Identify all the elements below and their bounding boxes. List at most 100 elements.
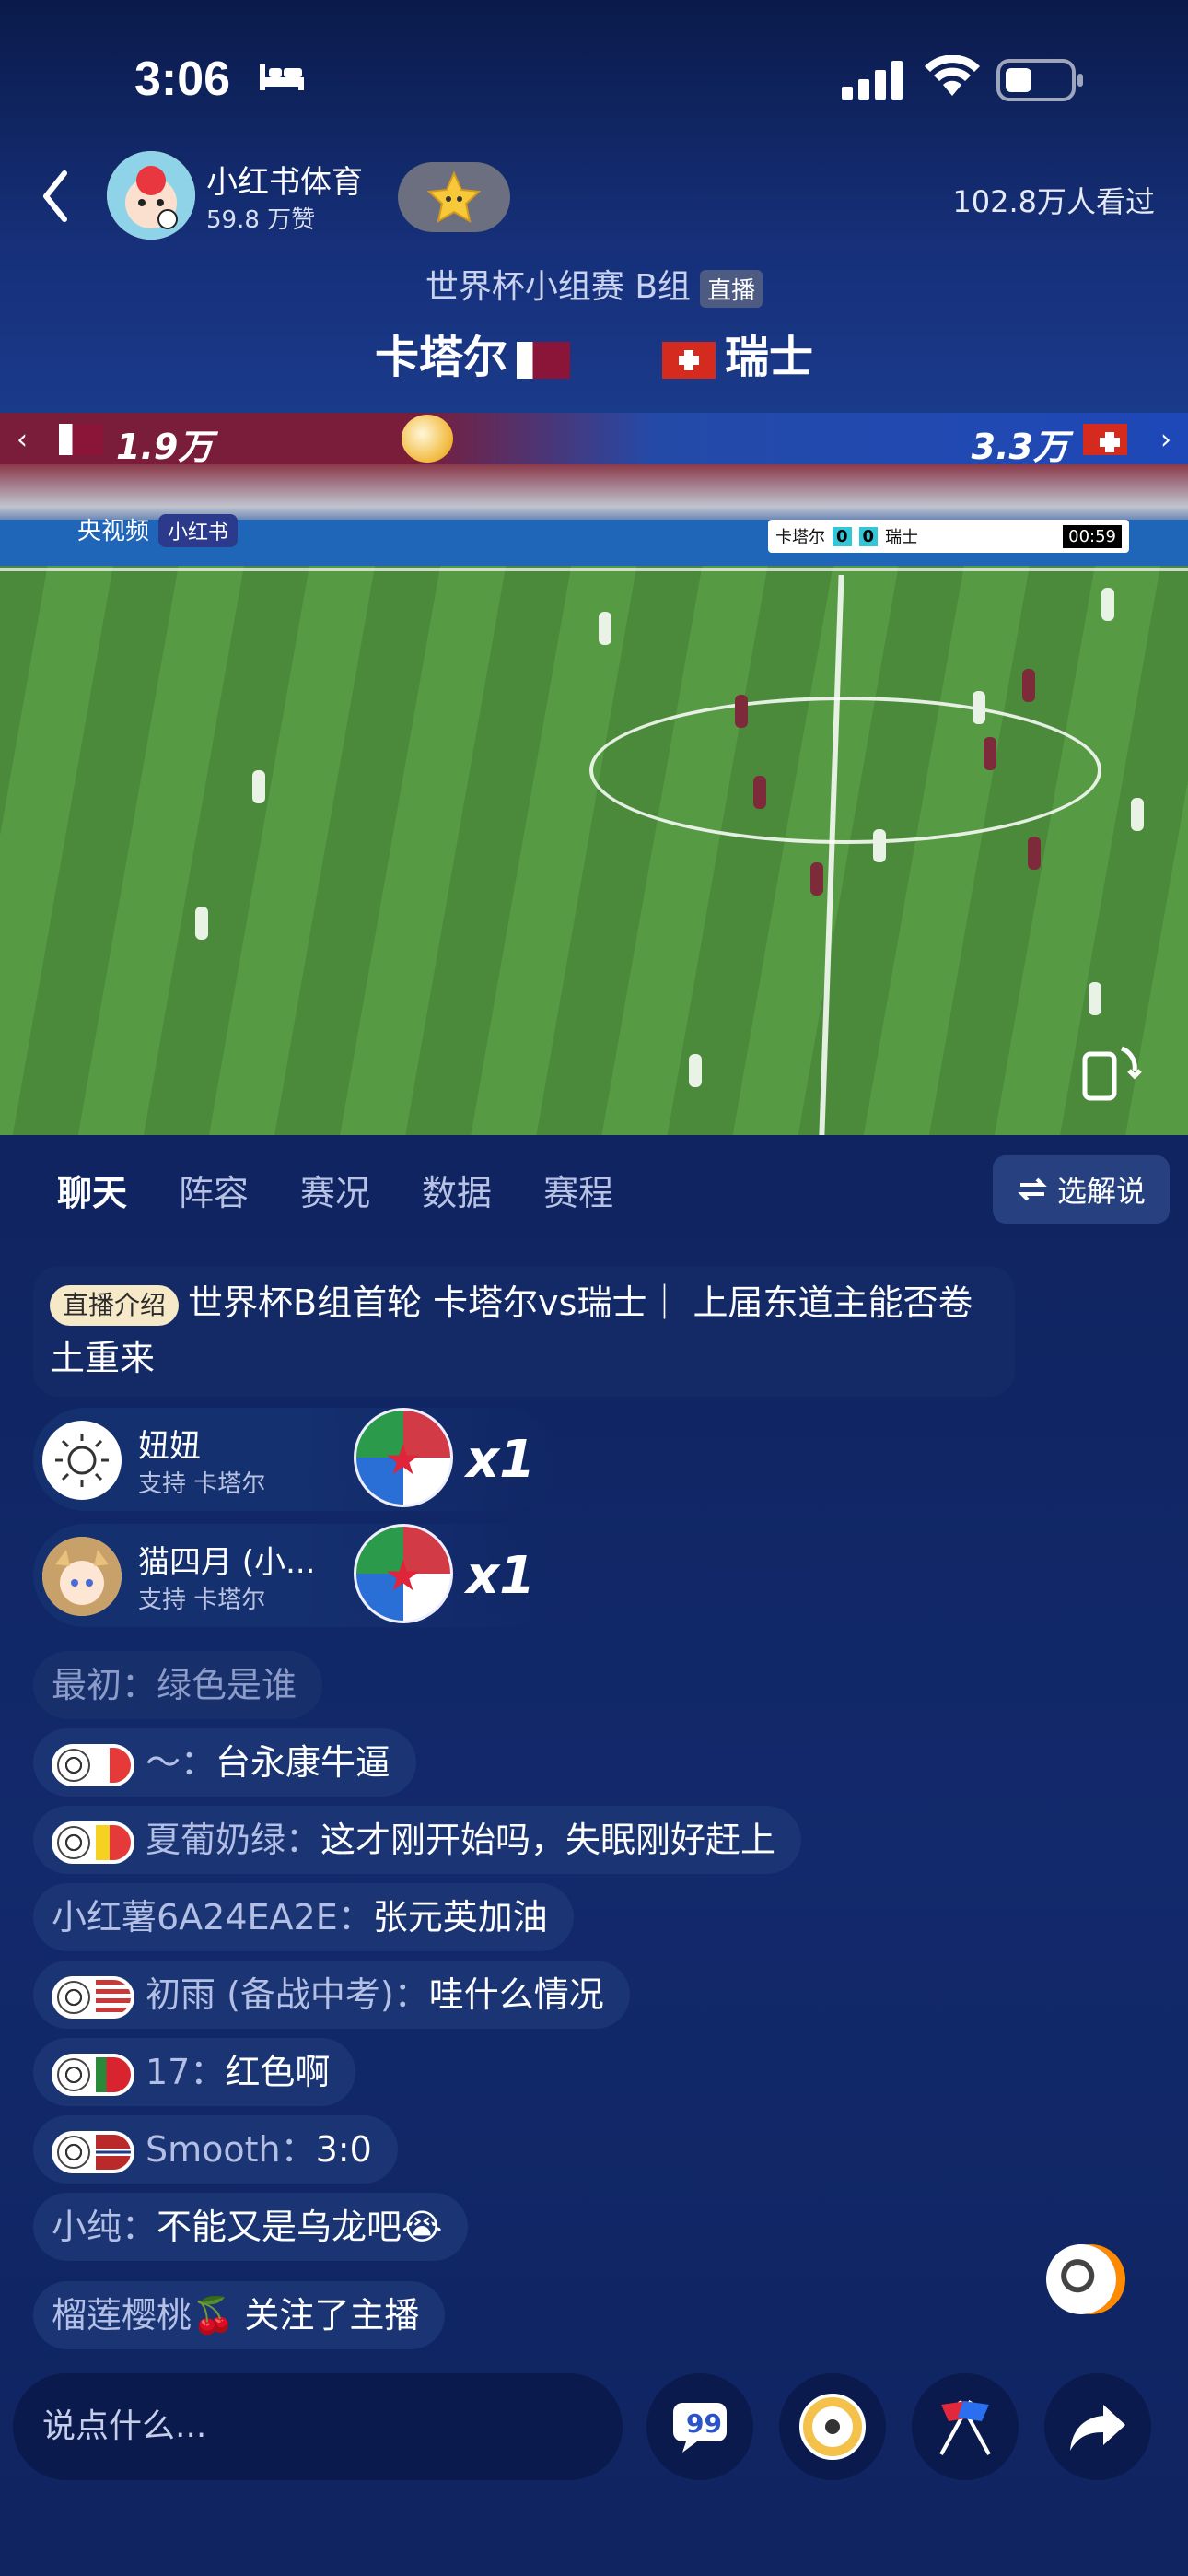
player [810,862,823,896]
scorebug: 卡塔尔 0 0 瑞士 00:59 [768,520,1129,553]
norway-fan-badge-icon [52,2130,134,2173]
chat-username: 夏葡奶绿： [146,1820,321,1860]
chat-text: 不能又是乌龙吧😭 [157,2207,443,2247]
star-follow-button[interactable] [398,162,510,232]
tab-lineup[interactable]: 阵容 [179,1165,249,1215]
qatar-flag-icon [59,424,103,455]
channel-avatar[interactable] [107,151,195,240]
gift-message: 猫四月 (小... 支持 卡塔尔 ★ x1 [33,1524,558,1627]
center-circle [589,697,1101,844]
chat-username: ～： [146,1742,216,1783]
chat-input[interactable]: 说点什么... [13,2373,623,2480]
status-bar: 3:06 [0,0,1188,157]
chat-username: Smooth： [146,2129,316,2170]
france-fan-badge-icon [52,1743,134,1786]
player [984,737,996,770]
chat-text: 关注了主播 [244,2295,420,2336]
platform-badge: 小红书 [158,514,239,547]
chat-message[interactable]: 最初：绿色是谁 [33,1651,323,1719]
chat-message[interactable]: ～：台永康牛逼 [33,1728,417,1797]
chevron-right-icon[interactable]: › [1160,424,1171,456]
chat-username: 榴莲樱桃🍒 [52,2295,236,2336]
player [1028,837,1041,870]
stream-intro: 直播介绍 世界杯B组首轮 卡塔尔vs瑞士｜ 上届东道主能否卷土重来 [33,1266,1015,1397]
chat-text: 这才刚开始吗，失眠刚好赶上 [320,1820,776,1860]
touchline [0,568,1188,571]
back-arrow-icon[interactable] [37,164,74,228]
scorebug-away-score: 0 [858,526,879,546]
chat-message[interactable]: 小纯：不能又是乌龙吧😭 [33,2193,469,2261]
football-icon [402,415,453,463]
chat-message[interactable]: 初雨 (备战中考)：哇什么情况 [33,1961,630,2029]
chat-username: 小纯： [52,2207,157,2247]
player [689,1054,702,1087]
chat-text: 张元英加油 [372,1897,548,1938]
channel-likes: 59.8 万赞 [206,206,316,234]
tab-schedule[interactable]: 赛程 [543,1165,613,1215]
tab-match-events[interactable]: 赛况 [300,1165,370,1215]
section-tabs: 聊天 阵容 赛况 数据 赛程 [57,1165,613,1215]
team-matchup: 卡塔尔 瑞士 [0,321,1188,385]
share-arrow-icon [1070,2405,1125,2451]
player [753,776,766,809]
match-stage: 世界杯小组赛 B组 直播 [0,260,1188,308]
crossed-flags-icon [939,2400,991,2455]
chat-text: 台永康牛逼 [215,1742,391,1783]
viewer-count: 102.8万人看过 [952,184,1155,219]
chat-message[interactable]: 小红薯6A24EA2E：张元英加油 [33,1883,574,1951]
player [599,612,611,645]
chat-text: 哇什么情况 [428,1974,604,2015]
battery-icon [996,59,1083,101]
home-team-name: 卡塔尔 [374,332,507,383]
mascot-avatar-icon [107,151,195,240]
switch-arrows-icon [1018,1177,1047,1201]
player [873,829,886,862]
tab-chat[interactable]: 聊天 [57,1165,127,1215]
team-flags-button[interactable] [912,2373,1019,2480]
gift-support-team: 支持 卡塔尔 [138,1470,266,1498]
select-commentary-label: 选解说 [1056,1174,1146,1209]
intro-tag: 直播介绍 [50,1284,180,1326]
scorebug-clock: 00:59 [1063,524,1122,548]
home-support-count: 1.9万 [116,427,214,467]
chat-message[interactable]: 夏葡奶绿：这才刚开始吗，失眠刚好赶上 [33,1806,802,1874]
user-avatar[interactable] [42,1421,122,1500]
match-title: 世界杯小组赛 B组 [425,268,692,306]
chat-message[interactable]: 17：红色啊 [33,2038,356,2106]
star-football-gift-icon: ★ [354,1524,453,1623]
player [1089,982,1101,1015]
live-video-player[interactable]: 央视频 小红书 卡塔尔 0 0 瑞士 00:59 [0,464,1188,1135]
danmaku-button[interactable]: 99 [646,2373,753,2480]
share-button[interactable] [1044,2373,1151,2480]
channel-name[interactable]: 小红书体育 [206,157,363,202]
away-team-name: 瑞士 [725,332,814,383]
gift-sender-name: 猫四月 (小... [138,1544,316,1581]
star-icon [426,170,482,224]
wifi-icon [925,55,980,96]
chat-message[interactable]: Smooth：3:0 [33,2115,398,2184]
chat-text: 红色啊 [225,2052,331,2092]
rotate-screen-icon[interactable] [1077,1039,1142,1104]
portugal-fan-badge-icon [52,2053,134,2096]
sun-icon [55,1434,109,1487]
star-football-gift-icon: ★ [354,1408,453,1507]
halfway-line [819,575,844,1135]
user-avatar[interactable] [42,1537,122,1616]
chat-username: 初雨 (备战中考)： [146,1974,429,2015]
chevron-left-icon[interactable]: ‹ [17,424,28,456]
gift-football-button[interactable] [779,2373,886,2480]
chat-message[interactable]: 榴莲樱桃🍒 关注了主播 [33,2281,446,2349]
player [1131,798,1144,831]
select-commentary-button[interactable]: 选解说 [993,1155,1170,1224]
player [973,691,985,724]
anime-girl-avatar-icon [42,1537,122,1616]
flaming-football-icon[interactable] [1046,2244,1116,2314]
gift-message: 妞妞 支持 卡塔尔 ★ x1 [33,1408,558,1511]
chat-username: 17： [146,2052,226,2092]
qatar-flag-icon [517,342,570,379]
chat-text: 3:0 [315,2129,372,2170]
chat-username: 小红薯6A24EA2E： [52,1897,373,1938]
player [735,695,748,728]
tab-stats[interactable]: 数据 [422,1165,492,1215]
support-bar[interactable]: ‹ 1.9万 3.3万 › [0,413,1188,467]
